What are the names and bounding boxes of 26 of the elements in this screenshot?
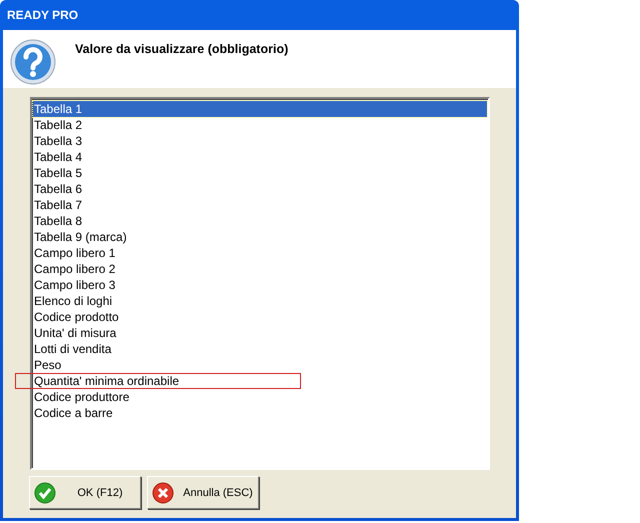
check-icon	[34, 482, 56, 504]
list-item[interactable]: Campo libero 2	[33, 261, 487, 277]
list-item[interactable]: Codice prodotto	[33, 309, 487, 325]
list-item[interactable]: Tabella 2	[33, 117, 487, 133]
list-item[interactable]: Tabella 9 (marca)	[33, 229, 487, 245]
cancel-button[interactable]: Annulla (ESC)	[147, 476, 259, 509]
window-title: READY PRO	[7, 8, 78, 22]
list-item[interactable]: Elenco di loghi	[33, 293, 487, 309]
close-icon	[152, 482, 174, 504]
list-item[interactable]: Codice a barre	[33, 405, 487, 421]
list-item[interactable]: Campo libero 1	[33, 245, 487, 261]
list-item[interactable]: Tabella 1	[33, 101, 487, 117]
list-item[interactable]: Quantita' minima ordinabile	[33, 373, 487, 389]
list-item[interactable]: Tabella 8	[33, 213, 487, 229]
list-item[interactable]: Tabella 6	[33, 181, 487, 197]
list-item[interactable]: Campo libero 3	[33, 277, 487, 293]
list-item[interactable]: Codice produttore	[33, 389, 487, 405]
list-item[interactable]: Peso	[33, 357, 487, 373]
list-item[interactable]: Lotti di vendita	[33, 341, 487, 357]
list-item[interactable]: Unita' di misura	[33, 325, 487, 341]
prompt-text: Valore da visualizzare (obbligatorio)	[75, 42, 288, 56]
list-item[interactable]: Tabella 5	[33, 165, 487, 181]
ok-button[interactable]: OK (F12)	[29, 476, 141, 509]
list-item[interactable]: Tabella 3	[33, 133, 487, 149]
list-item[interactable]: Tabella 4	[33, 149, 487, 165]
list-item[interactable]: Tabella 7	[33, 197, 487, 213]
